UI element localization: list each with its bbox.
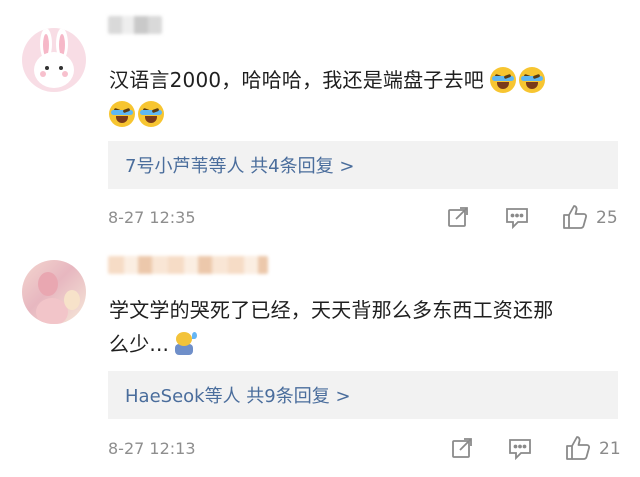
comment-icon[interactable] bbox=[505, 207, 529, 229]
comment-text: 学文学的哭死了已经，天天背那么多东西工资还那 么少... bbox=[109, 293, 614, 361]
timestamp: 8-27 12:35 bbox=[108, 208, 196, 227]
avatar[interactable] bbox=[22, 260, 86, 324]
comment-body-line1: 学文学的哭死了已经，天天背那么多东西工资还那 bbox=[109, 298, 554, 322]
username-redacted[interactable] bbox=[108, 16, 162, 34]
like-count: 21 bbox=[599, 439, 621, 459]
share-icon[interactable] bbox=[451, 437, 473, 459]
sweating-emoji bbox=[173, 332, 198, 356]
reply-summary-box[interactable]: 7号小芦苇等人 共4条回复 > bbox=[108, 141, 618, 189]
comment-item: 学文学的哭死了已经，天天背那么多东西工资还那 么少... HaeSeok等人 共… bbox=[0, 240, 640, 477]
reply-summary-link[interactable]: HaeSeok等人 共9条回复 > bbox=[125, 382, 351, 408]
reply-summary-link[interactable]: 7号小芦苇等人 共4条回复 > bbox=[125, 152, 354, 178]
timestamp: 8-27 12:13 bbox=[108, 439, 196, 458]
share-icon[interactable] bbox=[447, 206, 469, 228]
thumbs-up-icon[interactable] bbox=[565, 435, 591, 461]
crying-laughing-emoji bbox=[490, 67, 517, 93]
comment-text: 汉语言2000，哈哈哈，我还是端盘子去吧 bbox=[109, 63, 614, 131]
avatar[interactable] bbox=[22, 28, 86, 92]
like-count: 25 bbox=[596, 208, 618, 228]
crying-laughing-emoji bbox=[109, 101, 135, 127]
comment-body: 汉语言2000，哈哈哈，我还是端盘子去吧 bbox=[109, 68, 484, 92]
crying-laughing-emoji bbox=[138, 101, 164, 127]
comment-body-line2: 么少... bbox=[109, 332, 170, 356]
crying-laughing-emoji bbox=[519, 67, 546, 93]
reply-summary-box[interactable]: HaeSeok等人 共9条回复 > bbox=[108, 371, 618, 419]
comment-item: 汉语言2000，哈哈哈，我还是端盘子去吧 7号小芦苇等人 共4条回复 > 8-2… bbox=[0, 0, 640, 240]
comment-icon[interactable] bbox=[508, 438, 532, 460]
thumbs-up-icon[interactable] bbox=[562, 204, 588, 230]
username-redacted[interactable] bbox=[108, 256, 268, 274]
